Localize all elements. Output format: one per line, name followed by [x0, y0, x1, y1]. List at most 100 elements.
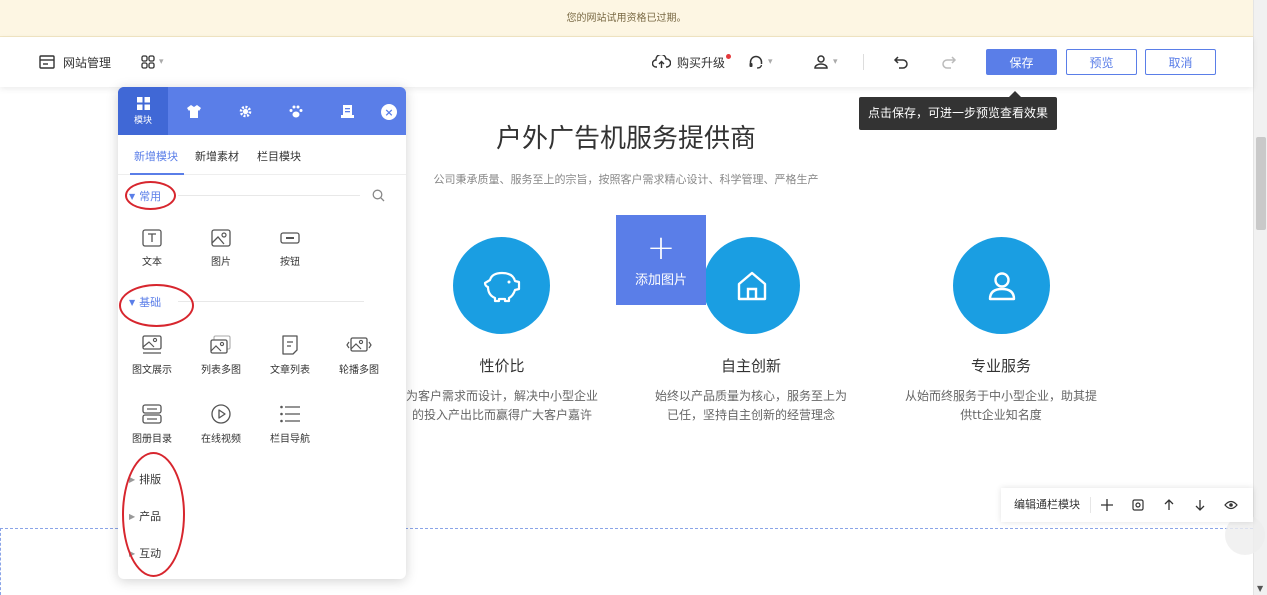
- module-label: 栏目导航: [270, 434, 310, 445]
- module-article-list[interactable]: 文章列表: [259, 335, 321, 376]
- feature-desc-line: 始终以产品质量为核心，服务至上为: [654, 389, 847, 403]
- module-label: 在线视频: [201, 434, 241, 445]
- module-label: 图册目录: [132, 434, 172, 445]
- module-carousel[interactable]: 轮播多图: [328, 335, 390, 376]
- feature-desc-line: 从始而终服务于中小型企业，助其提: [904, 389, 1097, 403]
- feature-desc-value: 为客户需求而设计，解决中小型企业 的投入产出比而赢得广大客户嘉许: [392, 387, 612, 425]
- module-image[interactable]: 图片: [190, 229, 252, 268]
- section-divider: [178, 195, 360, 196]
- module-album[interactable]: 图册目录: [121, 404, 183, 445]
- move-up-icon[interactable]: [1153, 499, 1184, 511]
- cloud-upload-icon: [652, 55, 671, 68]
- feature-circle-service: [953, 237, 1050, 334]
- user-icon: [814, 55, 828, 69]
- feature-desc-line: 的投入产出比而赢得广大客户嘉许: [411, 408, 592, 422]
- feature-title-innovation: 自主创新: [720, 357, 781, 375]
- piggy-bank-icon: [483, 271, 520, 302]
- text-icon: [142, 229, 162, 247]
- upgrade-button[interactable]: 购买升级: [652, 37, 732, 87]
- subtab-new-material[interactable]: 新增素材: [195, 148, 239, 164]
- undo-button[interactable]: [893, 37, 909, 87]
- chevron-down-icon: ▾: [159, 57, 164, 67]
- subtab-new-module[interactable]: 新增模块: [134, 148, 178, 164]
- feature-desc-line: 已任，坚持自主创新的经营理念: [666, 408, 835, 422]
- tab-theme[interactable]: [169, 87, 219, 135]
- module-image-text[interactable]: 图文展示: [121, 335, 183, 376]
- move-down-icon[interactable]: [1184, 499, 1215, 511]
- undo-icon: [893, 56, 908, 69]
- module-label: 轮播多图: [339, 365, 379, 376]
- editor-toolbar: 网站管理 ▾ 购买升级 ▾ ▾ 保存 预览 取消: [0, 37, 1253, 87]
- plus-icon: +: [646, 228, 676, 268]
- toolbar-divider: [863, 54, 864, 70]
- search-icon[interactable]: [372, 189, 385, 202]
- feature-title-value: 性价比: [479, 357, 525, 375]
- button-icon: [280, 232, 300, 244]
- feature-desc-line: 供tt企业知名度: [960, 408, 1042, 422]
- site-manage-menu[interactable]: 网站管理: [39, 37, 111, 87]
- feature-title-service: 专业服务: [970, 357, 1031, 375]
- feature-desc-innovation: 始终以产品质量为核心，服务至上为 已任，坚持自主创新的经营理念: [641, 387, 861, 425]
- modules-grid-icon: [136, 96, 150, 110]
- redo-icon: [942, 56, 957, 69]
- upgrade-label: 购买升级: [677, 55, 726, 70]
- page-scrollbar[interactable]: ▼: [1253, 0, 1267, 595]
- image-icon: [211, 229, 231, 247]
- annotation-circle-basic: [119, 284, 194, 327]
- visibility-eye-icon[interactable]: [1215, 500, 1246, 510]
- save-button[interactable]: 保存: [986, 49, 1057, 75]
- section-divider: [178, 301, 364, 302]
- preview-button[interactable]: 预览: [1066, 49, 1137, 75]
- gear-icon: [239, 105, 251, 117]
- add-image-button[interactable]: + 添加图片: [616, 215, 706, 305]
- multi-image-icon: [210, 335, 231, 354]
- tab-stats[interactable]: [271, 87, 321, 135]
- subtab-active-indicator: [130, 173, 184, 175]
- list-nav-icon: [280, 405, 300, 423]
- cancel-button[interactable]: 取消: [1145, 49, 1216, 75]
- account-menu[interactable]: ▾: [813, 37, 838, 87]
- subtab-column-module[interactable]: 栏目模块: [257, 148, 301, 164]
- scrollbar-thumb[interactable]: [1256, 137, 1266, 230]
- apps-grid-icon: [141, 55, 155, 69]
- feature-circle-innovation: [703, 237, 800, 334]
- trial-expired-notice: 您的网站试用资格已过期。: [0, 0, 1253, 37]
- module-label: 按钮: [280, 257, 300, 268]
- module-column-nav[interactable]: 栏目导航: [259, 404, 321, 445]
- panel-header: 模块 ×: [118, 87, 406, 135]
- support-menu[interactable]: ▾: [748, 37, 773, 87]
- annotation-circle-common: [125, 181, 176, 210]
- module-subtabs: 新增模块 新增素材 栏目模块: [118, 135, 406, 175]
- save-tooltip: 点击保存，可进一步预览查看效果: [859, 91, 1057, 130]
- tab-modules-label: 模块: [133, 115, 152, 126]
- feature-desc-service: 从始而终服务于中小型企业，助其提 供tt企业知名度: [891, 387, 1111, 425]
- apps-menu[interactable]: ▾: [141, 37, 164, 87]
- settings-box-icon[interactable]: [1122, 499, 1153, 511]
- paw-icon: [289, 105, 303, 117]
- module-list-images[interactable]: 列表多图: [190, 335, 252, 376]
- add-icon[interactable]: [1091, 499, 1122, 511]
- site-manage-icon: [39, 55, 55, 69]
- redo-button[interactable]: [941, 37, 957, 87]
- notice-text: 您的网站试用资格已过期。: [566, 13, 687, 24]
- notification-dot: [726, 53, 732, 59]
- save-tooltip-text: 点击保存，可进一步预览查看效果: [867, 106, 1048, 120]
- module-button[interactable]: 按钮: [259, 229, 321, 268]
- chevron-down-icon: ▾: [833, 57, 838, 67]
- carousel-icon: [346, 337, 372, 352]
- tab-settings[interactable]: [220, 87, 270, 135]
- tab-pages[interactable]: [322, 87, 372, 135]
- section-edit-toolbar: 编辑通栏模块: [1001, 488, 1253, 522]
- edit-section-button[interactable]: 编辑通栏模块: [1001, 497, 1091, 513]
- page-title: 户外广告机服务提供商: [495, 124, 756, 154]
- scroll-down-icon[interactable]: ▼: [1257, 584, 1263, 593]
- tab-modules[interactable]: 模块: [118, 87, 168, 135]
- close-icon[interactable]: ×: [381, 104, 397, 120]
- shirt-icon: [187, 104, 201, 118]
- module-online-video[interactable]: 在线视频: [190, 404, 252, 445]
- module-label: 图片: [211, 257, 231, 268]
- feature-desc-line: 为客户需求而设计，解决中小型企业: [405, 389, 598, 403]
- page-list-icon: [340, 104, 354, 118]
- module-text[interactable]: 文本: [121, 229, 183, 268]
- headset-icon: [749, 55, 763, 69]
